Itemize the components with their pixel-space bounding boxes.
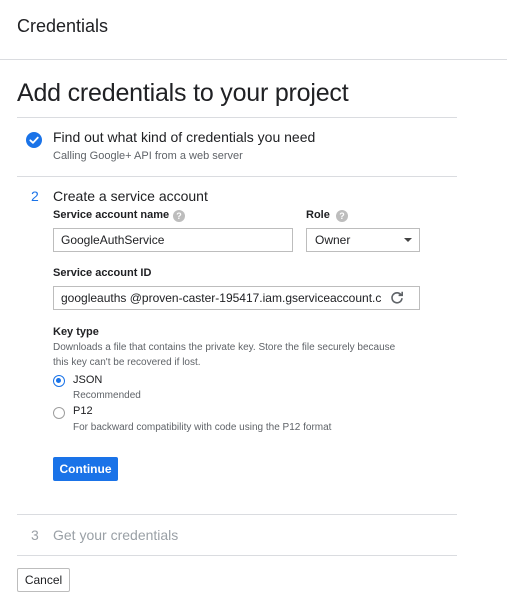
service-account-name-input[interactable]: GoogleAuthService bbox=[53, 228, 293, 252]
refresh-icon[interactable] bbox=[390, 291, 404, 305]
divider bbox=[17, 176, 457, 177]
role-select-value: Owner bbox=[315, 233, 351, 247]
caret-down-icon bbox=[404, 238, 412, 242]
p12-radio-sub: For backward compatibility with code usi… bbox=[73, 422, 332, 433]
service-account-id-label: Service account ID bbox=[53, 267, 152, 279]
app-header: Credentials bbox=[0, 0, 507, 60]
json-radio-label[interactable]: JSON bbox=[73, 374, 102, 386]
continue-button[interactable]: Continue bbox=[53, 457, 118, 481]
cancel-button[interactable]: Cancel bbox=[17, 568, 70, 592]
step3-number: 3 bbox=[31, 527, 39, 543]
service-account-name-label: Service account name bbox=[53, 209, 170, 221]
divider bbox=[17, 514, 457, 515]
check-circle-icon bbox=[26, 132, 42, 148]
step1-subtitle: Calling Google+ API from a web server bbox=[53, 150, 243, 162]
role-label: Role bbox=[306, 209, 330, 221]
divider bbox=[17, 117, 457, 118]
p12-radio[interactable] bbox=[53, 407, 65, 419]
step3-title: Get your credentials bbox=[53, 527, 179, 543]
p12-radio-label[interactable]: P12 bbox=[73, 405, 93, 417]
divider bbox=[17, 555, 457, 556]
step2-number: 2 bbox=[31, 188, 39, 204]
header-title: Credentials bbox=[17, 16, 109, 36]
json-radio-sub: Recommended bbox=[73, 390, 141, 401]
step2-title: Create a service account bbox=[53, 188, 208, 204]
key-type-label: Key type bbox=[53, 326, 99, 338]
key-type-description: Downloads a file that contains the priva… bbox=[53, 342, 396, 368]
help-icon[interactable]: ? bbox=[336, 210, 348, 222]
json-radio[interactable] bbox=[53, 375, 65, 387]
role-select[interactable]: Owner bbox=[306, 228, 420, 252]
help-icon[interactable]: ? bbox=[173, 210, 185, 222]
page-title: Add credentials to your project bbox=[17, 79, 349, 107]
step1-title[interactable]: Find out what kind of credentials you ne… bbox=[53, 129, 315, 145]
service-account-id-input[interactable]: googleauths @proven-caster-195417.iam.gs… bbox=[53, 286, 420, 310]
